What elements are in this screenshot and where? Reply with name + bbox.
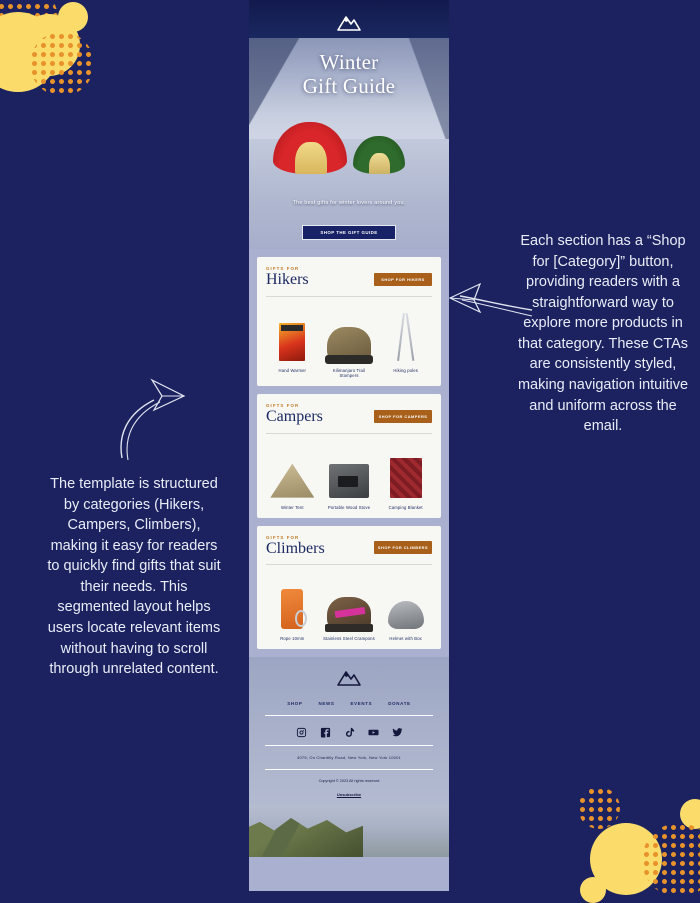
category-card-climbers: GIFTS FOR Climbers SHOP FOR CLIMBERS Rop… bbox=[257, 525, 441, 650]
product-name: Hiking poles bbox=[393, 367, 418, 373]
email-footer: SHOP NEWS EVENTS DONATE 4075, On Chantil… bbox=[249, 657, 449, 858]
product-name: Hand Warmer bbox=[278, 367, 307, 373]
shop-for-campers-button[interactable]: SHOP FOR CAMPERS bbox=[374, 409, 432, 423]
footer-address: 4075, On Chantilly Road, New York, New Y… bbox=[297, 755, 401, 761]
product-name: Helmet with Box bbox=[389, 636, 422, 642]
email-hero: Winter Gift Guide The best gifts for win… bbox=[249, 0, 449, 249]
product-name: Kilimanjaro Trail Stompers bbox=[332, 367, 366, 378]
instagram-icon[interactable] bbox=[296, 725, 307, 738]
decorative-dotted-circle-top-left-large bbox=[30, 32, 94, 96]
product-item[interactable]: Helmet with Box bbox=[379, 573, 432, 641]
category-sections: GIFTS FOR Hikers SHOP FOR HIKERS Hand Wa… bbox=[249, 249, 449, 650]
hero-title: Winter Gift Guide bbox=[249, 50, 449, 98]
footer-nav-events[interactable]: EVENTS bbox=[351, 701, 373, 706]
product-name: Stainless Steel Crampons bbox=[323, 636, 375, 642]
youtube-icon[interactable] bbox=[367, 725, 379, 736]
product-image-wood-stove bbox=[329, 463, 369, 498]
product-name: Portable Wood Stove bbox=[327, 504, 371, 510]
category-title: Climbers bbox=[266, 539, 325, 557]
annotation-text-left: The template is structured by categories… bbox=[47, 476, 221, 678]
footer-divider-bottom bbox=[265, 769, 433, 771]
product-image-rope bbox=[281, 589, 308, 630]
footer-copyright: Copyright © 2023 All rights reserved bbox=[318, 779, 380, 784]
product-image-helmet bbox=[387, 601, 424, 630]
footer-nav: SHOP NEWS EVENTS DONATE bbox=[249, 701, 449, 706]
footer-mountain-logo-icon bbox=[336, 669, 362, 687]
annotation-text-right: Each section has a “Shop for [Category]”… bbox=[517, 233, 689, 435]
decorative-circle-top-left-large bbox=[0, 12, 58, 92]
product-item[interactable]: Winter Tent bbox=[266, 442, 319, 510]
product-image-hand-warmer bbox=[279, 322, 306, 361]
footer-nav-news[interactable]: NEWS bbox=[319, 701, 335, 706]
shop-for-hikers-button[interactable]: SHOP FOR HIKERS bbox=[374, 272, 432, 286]
product-item[interactable]: Portable Wood Stove bbox=[323, 442, 376, 510]
product-item[interactable]: Stainless Steel Crampons bbox=[323, 573, 376, 641]
product-name: Rope 10mm bbox=[280, 636, 305, 642]
category-title: Hikers bbox=[266, 271, 309, 288]
decorative-circle-top-left-small bbox=[58, 2, 88, 32]
annotation-arrow-left-icon bbox=[120, 378, 186, 461]
footer-nav-donate[interactable]: DONATE bbox=[388, 701, 410, 706]
product-image-camping-blanket bbox=[389, 457, 422, 498]
decorative-circle-bottom-right-xsmall bbox=[580, 877, 606, 903]
hero-tents-illustration bbox=[249, 112, 449, 174]
product-item[interactable]: Camping Blanket bbox=[379, 442, 432, 510]
product-list: Rope 10mm Stainless Steel Crampons Helme… bbox=[266, 573, 432, 641]
hero-cta-button[interactable]: SHOP THE GIFT GUIDE bbox=[302, 225, 396, 240]
product-list: Winter Tent Portable Wood Stove Camping … bbox=[266, 442, 432, 510]
tiktok-icon[interactable] bbox=[344, 725, 355, 738]
shop-for-climbers-button[interactable]: SHOP FOR CLIMBERS bbox=[374, 541, 432, 555]
product-list: Hand Warmer Kilimanjaro Trail Stompers H… bbox=[266, 305, 432, 378]
hero-title-line1: Winter bbox=[319, 50, 379, 74]
card-divider bbox=[266, 295, 432, 297]
card-divider bbox=[266, 432, 432, 434]
product-image-hiking-poles bbox=[389, 311, 423, 361]
category-card-campers: GIFTS FOR Campers SHOP FOR CAMPERS Winte… bbox=[257, 393, 441, 518]
decorative-circle-bottom-right-large bbox=[590, 823, 662, 895]
decorative-dotted-circle-bottom-right-top bbox=[578, 787, 620, 829]
category-card-hikers: GIFTS FOR Hikers SHOP FOR HIKERS Hand Wa… bbox=[257, 257, 441, 386]
hero-title-line2: Gift Guide bbox=[302, 73, 396, 98]
mountain-logo-icon bbox=[336, 14, 362, 32]
tent-red bbox=[273, 122, 347, 174]
unsubscribe-link[interactable]: Unsubscribe bbox=[337, 792, 361, 797]
social-links bbox=[249, 725, 449, 738]
decorative-circle-bottom-right-small bbox=[680, 799, 700, 829]
twitter-icon[interactable] bbox=[391, 725, 403, 737]
product-name: Camping Blanket bbox=[388, 504, 423, 510]
footer-nav-shop[interactable]: SHOP bbox=[287, 701, 302, 706]
hero-subtitle: The best gifts for winter lovers around … bbox=[292, 200, 406, 206]
product-image-winter-tent bbox=[270, 463, 315, 498]
email-preview: Winter Gift Guide The best gifts for win… bbox=[249, 0, 449, 891]
decorative-circle-top-left-medium bbox=[18, 14, 80, 76]
decorative-dotted-circle-top-left-small bbox=[0, 0, 58, 54]
product-item[interactable]: Hand Warmer bbox=[266, 305, 319, 378]
footer-divider-middle bbox=[265, 745, 433, 747]
product-name: Winter Tent bbox=[280, 504, 304, 510]
footer-mountain-photo bbox=[249, 805, 449, 858]
decorative-dotted-circle-bottom-right bbox=[642, 823, 700, 897]
footer-divider-top bbox=[265, 715, 433, 717]
product-image-crampons bbox=[325, 597, 373, 633]
category-eyebrow: GIFTS FOR bbox=[266, 534, 300, 540]
product-item[interactable]: Kilimanjaro Trail Stompers bbox=[323, 305, 376, 378]
product-image-trail-boot bbox=[325, 326, 373, 364]
facebook-icon[interactable] bbox=[320, 725, 331, 738]
tent-green bbox=[353, 136, 405, 174]
product-item[interactable]: Rope 10mm bbox=[266, 573, 319, 641]
category-title: Campers bbox=[266, 407, 323, 425]
product-item[interactable]: Hiking poles bbox=[379, 305, 432, 378]
card-divider bbox=[266, 564, 432, 566]
